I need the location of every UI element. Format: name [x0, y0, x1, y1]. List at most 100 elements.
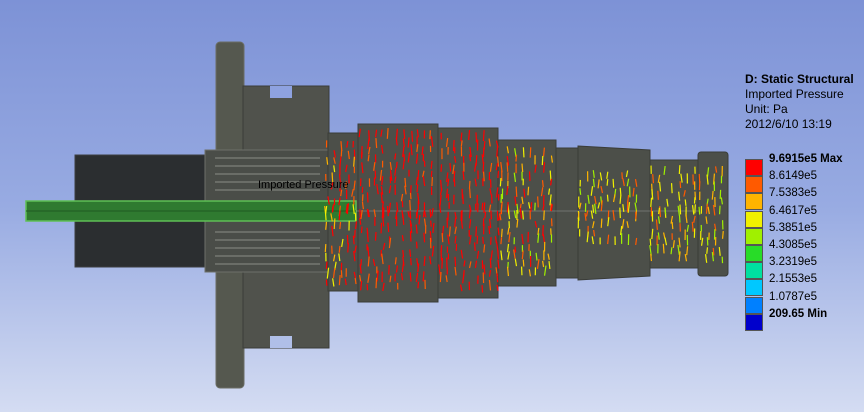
legend-swatch: [745, 279, 763, 297]
pressure-arrow: [375, 277, 378, 289]
pressure-arrow: [423, 232, 426, 243]
pressure-arrow: [402, 249, 405, 258]
pressure-arrow: [394, 257, 397, 265]
pressure-arrow: [522, 147, 525, 158]
pressure-arrow: [454, 256, 457, 267]
pressure-arrow: [671, 221, 674, 230]
pressure-arrow: [649, 238, 652, 246]
pressure-arrow: [515, 154, 518, 162]
pressure-arrow: [389, 275, 392, 283]
pressure-arrow: [721, 231, 724, 239]
barrel-section-2: [357, 123, 439, 303]
legend-swatch: [745, 227, 763, 245]
pressure-arrow: [543, 210, 545, 221]
pressure-arrow: [481, 202, 484, 211]
graphics-viewport[interactable]: Imported Pressure D: Static Structural I…: [0, 0, 864, 412]
pressure-arrow: [339, 221, 342, 230]
pressure-arrow: [361, 186, 364, 193]
result-legend[interactable]: D: Static Structural Imported Pressure U…: [745, 72, 864, 331]
legend-swatch: [745, 296, 763, 314]
pressure-arrow: [324, 244, 327, 253]
pressure-arrow: [476, 235, 479, 244]
pressure-arrow: [415, 241, 418, 249]
pressure-arrow: [489, 258, 492, 269]
pressure-arrow: [448, 226, 451, 237]
pressure-arrow: [352, 235, 355, 245]
pressure-arrow: [386, 128, 389, 139]
pressure-arrow: [462, 194, 464, 205]
pressure-arrow: [523, 188, 526, 198]
pressure-arrow: [612, 178, 615, 188]
model-view[interactable]: [0, 0, 864, 412]
pressure-arrow: [482, 171, 485, 182]
pressure-arrow: [522, 259, 525, 267]
pressure-arrow: [469, 188, 471, 199]
pressure-arrow: [529, 147, 532, 158]
pressure-arrow: [684, 199, 687, 206]
pressure-arrow: [652, 174, 655, 184]
pressure-arrow: [338, 274, 341, 286]
pressure-arrow: [650, 253, 653, 262]
legend-title: D: Static Structural: [745, 72, 854, 86]
pressure-arrow: [354, 277, 357, 285]
pressure-arrow: [395, 161, 398, 169]
pressure-arrow: [483, 202, 486, 213]
pressure-arrow: [367, 154, 370, 162]
pressure-arrow: [417, 281, 420, 289]
legend-swatch: [745, 159, 763, 176]
pressure-arrow: [353, 156, 355, 167]
pressure-arrow: [670, 183, 673, 194]
legend-timestamp: 2012/6/10 13:19: [745, 117, 832, 131]
pressure-arrow: [360, 226, 363, 234]
imported-pressure-probe-label[interactable]: Imported Pressure: [256, 179, 350, 192]
pressure-arrow: [506, 162, 509, 172]
legend-level-label: 2.1553e5: [769, 273, 817, 286]
pressure-arrow: [500, 237, 503, 245]
pressure-arrow: [409, 210, 412, 219]
pressure-arrow: [500, 228, 503, 238]
pressure-arrow: [382, 216, 385, 227]
legend-subtitle: Imported Pressure: [745, 87, 844, 101]
pressure-arrow: [452, 140, 455, 152]
pressure-arrow: [522, 210, 524, 220]
legend-level-label: 6.4617e5: [769, 204, 817, 217]
pressure-arrow: [579, 188, 582, 195]
pressure-arrow: [658, 207, 661, 215]
pressure-arrow: [515, 186, 518, 197]
legend-swatch: [745, 262, 763, 280]
pressure-arrow: [482, 236, 484, 244]
clamp-notch-upper: [270, 86, 292, 98]
pressure-arrow: [418, 214, 421, 225]
legend-level-label: 1.0787e5: [769, 290, 817, 303]
pressure-arrow: [441, 233, 444, 243]
pressure-arrow: [496, 273, 499, 283]
pressure-arrow: [484, 211, 487, 219]
legend-level-label: 3.2319e5: [769, 256, 817, 269]
pressure-arrow: [366, 192, 369, 203]
pressure-arrow: [712, 247, 715, 256]
pressure-arrow: [514, 246, 517, 253]
pressure-arrow: [497, 227, 500, 236]
pressure-arrow: [530, 202, 533, 212]
pressure-arrow: [706, 247, 709, 254]
pressure-arrow: [541, 180, 544, 188]
pressure-arrow: [374, 231, 377, 241]
legend-swatch: [745, 176, 763, 194]
pressure-arrow: [650, 197, 653, 207]
pressure-arrow: [423, 255, 426, 267]
pressure-arrow: [409, 192, 412, 200]
barrel-section-6: [649, 159, 699, 269]
pressure-arrow: [410, 258, 412, 266]
pressure-arrow: [338, 245, 341, 253]
pressure-arrow: [698, 206, 701, 215]
pressure-arrow: [549, 170, 552, 181]
legend-level-label: 209.65 Min: [769, 307, 828, 320]
pressure-arrow: [416, 184, 419, 193]
pressure-arrow: [657, 190, 659, 200]
pressure-arrow: [619, 187, 622, 196]
pressure-arrow: [475, 132, 478, 143]
pressure-arrow: [527, 186, 530, 196]
legend-level-label: 9.6915e5 Max: [769, 153, 843, 165]
pressure-arrow: [366, 231, 369, 243]
pressure-arrow: [541, 155, 544, 166]
